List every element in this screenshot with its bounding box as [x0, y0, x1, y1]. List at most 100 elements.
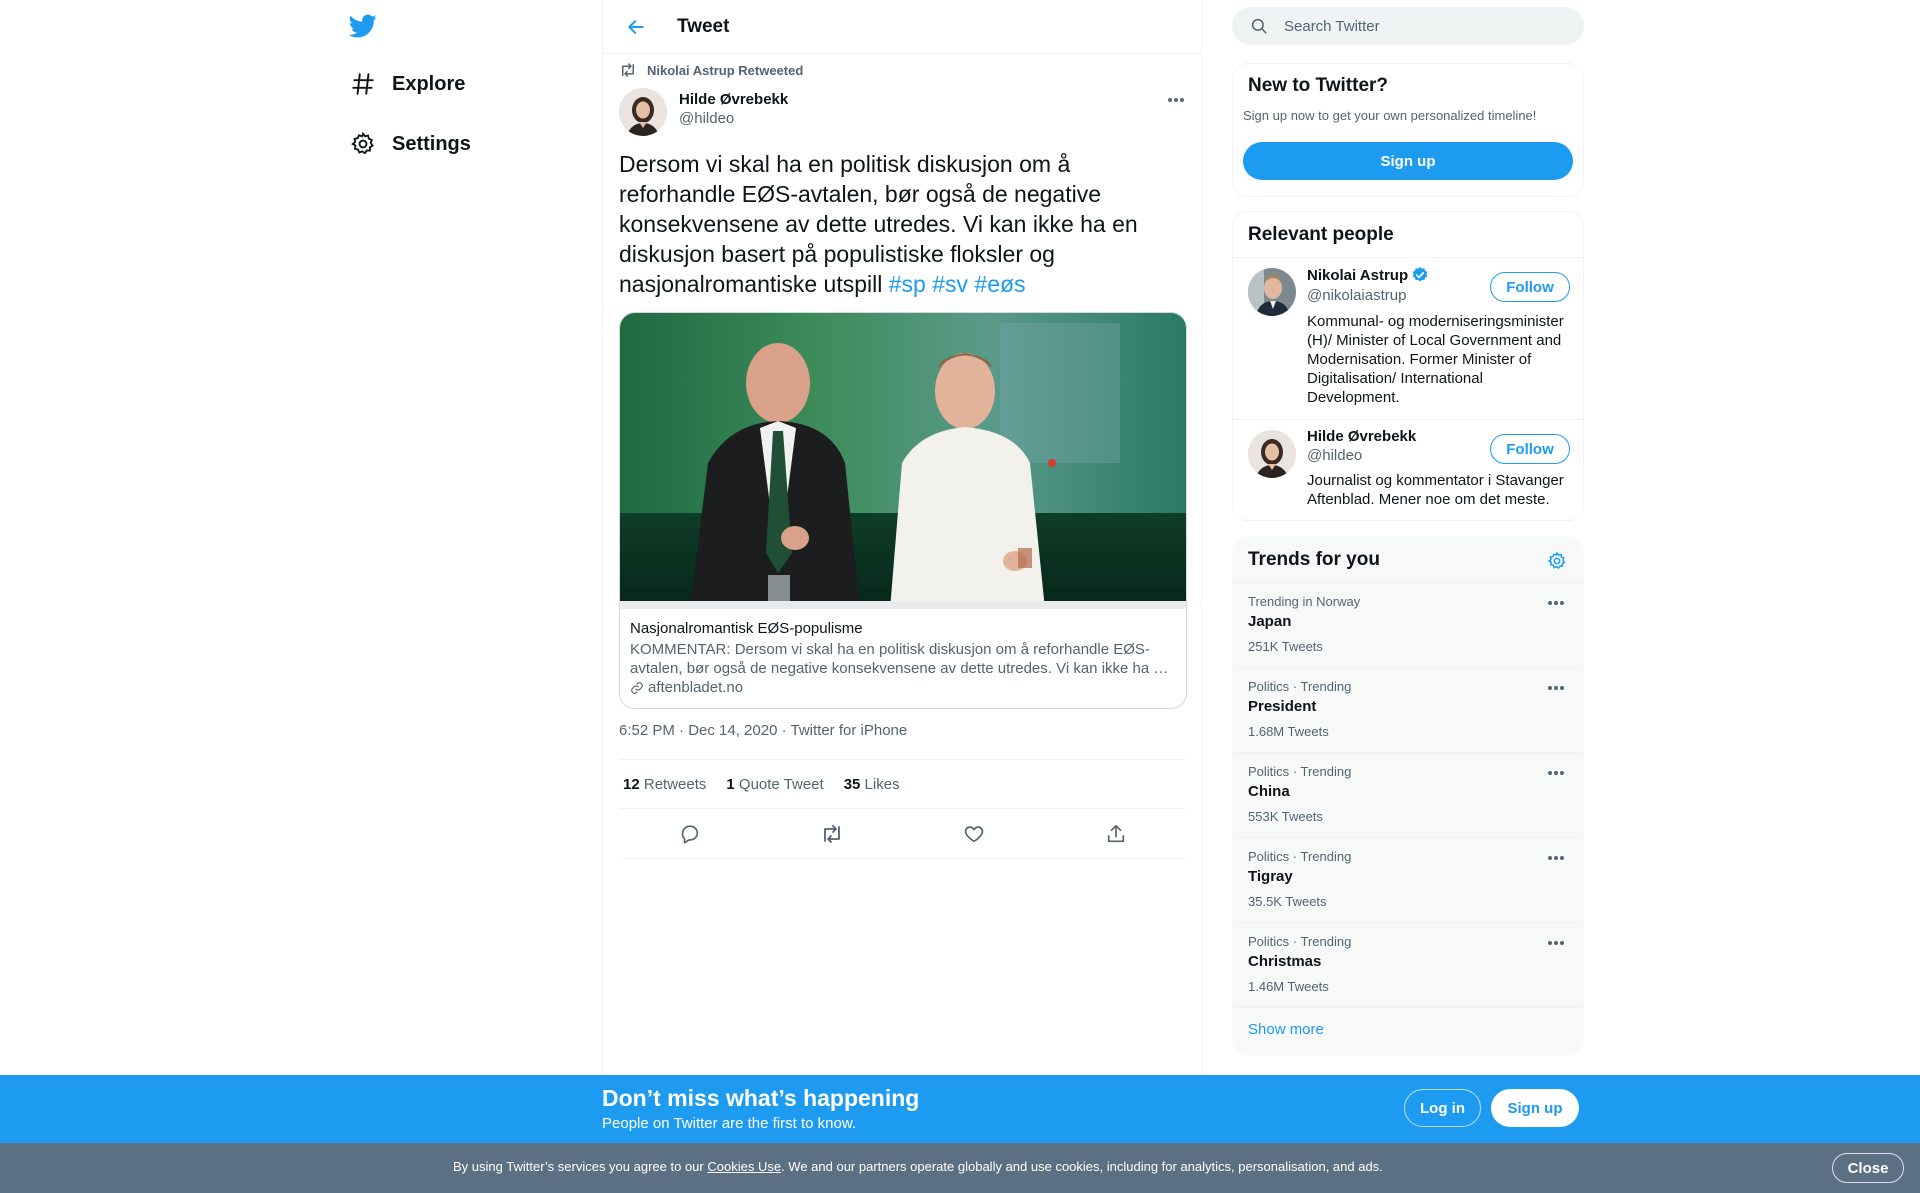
hashtag-link[interactable]: #eøs — [974, 271, 1025, 297]
person-avatar[interactable] — [1248, 430, 1296, 478]
tweet-timestamp[interactable]: 6:52 PM · Dec 14, 2020 — [619, 722, 777, 739]
new-to-twitter-panel: New to Twitter? Sign up now to get your … — [1232, 63, 1584, 197]
cookies-use-link[interactable]: Cookies Use — [707, 1159, 781, 1174]
quote-tweets-label: Quote Tweet — [738, 775, 824, 793]
card-title: Nasjonalromantisk EØS-populisme — [630, 620, 863, 637]
card-body: Nasjonalromantisk EØS-populisme KOMMENTA… — [620, 609, 1186, 698]
hashtag-link[interactable]: #sp — [889, 271, 926, 297]
reply-icon[interactable] — [677, 821, 703, 847]
search-input[interactable] — [1284, 17, 1564, 35]
author-avatar[interactable] — [619, 88, 667, 136]
tweet-column: Tweet Nikolai Astrup Retweeted Hilde Øvr… — [602, 0, 1202, 1075]
nav-explore-label: Explore — [392, 72, 466, 95]
tweet-text: Dersom vi skal ha en politisk diskusjon … — [619, 149, 1187, 299]
arrow-left-icon — [628, 19, 644, 34]
banner-signup-button[interactable]: Sign up — [1491, 1089, 1579, 1127]
share-icon[interactable] — [1103, 821, 1129, 847]
author-handle[interactable]: @hildeo — [679, 110, 734, 127]
author-name[interactable]: Hilde Øvrebekk — [679, 91, 788, 108]
likes-stat[interactable]: 35 Likes — [844, 776, 900, 793]
twitter-logo-icon[interactable] — [348, 12, 382, 42]
person-card[interactable]: Hilde Øvrebekk @hildeo Follow Journalist… — [1233, 420, 1583, 520]
relevant-people-panel: Relevant people Nikolai Astrup @nikolaia… — [1232, 211, 1584, 521]
link-icon — [631, 682, 643, 694]
search-icon — [1251, 18, 1267, 34]
trends-settings-icon[interactable] — [1545, 549, 1569, 573]
retweet-icon[interactable] — [819, 821, 845, 847]
search-box[interactable] — [1232, 7, 1584, 45]
card-domain-text: aftenbladet.no — [648, 679, 744, 696]
retweet-icon — [622, 63, 634, 77]
header-bar: Tweet — [603, 0, 1201, 54]
person-handle[interactable]: @nikolaiastrup — [1307, 287, 1406, 304]
new-panel-title: New to Twitter? — [1248, 75, 1389, 96]
signup-banner: Don’t miss what’s happening People on Tw… — [0, 1075, 1920, 1143]
trends-panel: Trends for you Trending in Norway Japan … — [1232, 536, 1584, 1056]
banner-subtitle: People on Twitter are the first to know. — [602, 1115, 857, 1132]
login-button[interactable]: Log in — [1404, 1089, 1481, 1127]
follow-button[interactable]: Follow — [1490, 434, 1570, 464]
person-name[interactable]: Nikolai Astrup — [1307, 266, 1429, 284]
trend-count: 1.46M Tweets — [1248, 979, 1329, 994]
link-card[interactable]: Nasjonalromantisk EØS-populisme KOMMENTA… — [619, 312, 1187, 709]
nav-settings[interactable]: Settings — [348, 124, 471, 164]
trend-count: 251K Tweets — [1248, 639, 1323, 654]
follow-button[interactable]: Follow — [1490, 272, 1570, 302]
person-card[interactable]: Nikolai Astrup @nikolaiastrup Follow Kom… — [1233, 258, 1583, 420]
gear-icon — [348, 129, 378, 159]
trend-name: Japan — [1248, 613, 1292, 630]
trend-more-icon[interactable] — [1545, 595, 1567, 611]
back-button[interactable] — [619, 10, 653, 44]
cookie-close-button[interactable]: Close — [1832, 1153, 1904, 1183]
trend-more-icon[interactable] — [1545, 680, 1567, 696]
person-name[interactable]: Hilde Øvrebekk — [1307, 428, 1416, 445]
nav-explore[interactable]: Explore — [348, 64, 465, 104]
trend-item[interactable]: Trending in Norway Japan 251K Tweets — [1233, 582, 1583, 667]
trend-more-icon[interactable] — [1545, 850, 1567, 866]
tweet-source[interactable]: Twitter for iPhone — [791, 722, 908, 739]
show-more-link[interactable]: Show more — [1248, 1021, 1324, 1038]
trend-count: 1.68M Tweets — [1248, 724, 1329, 739]
hashtag-link[interactable]: #sv — [932, 271, 968, 297]
person-name-text: Nikolai Astrup — [1307, 266, 1409, 284]
retweets-label: Retweets — [643, 775, 707, 793]
trend-item[interactable]: Politics · Trending Christmas 1.46M Twee… — [1233, 922, 1583, 1007]
tweet-more-icon[interactable] — [1165, 92, 1187, 108]
card-domain: aftenbladet.no — [630, 678, 1176, 698]
trend-divider — [1233, 1007, 1583, 1008]
trend-name: Tigray — [1248, 868, 1293, 885]
person-avatar[interactable] — [1248, 268, 1296, 316]
trend-context: Trending in Norway — [1248, 594, 1361, 609]
tweet-body: Dersom vi skal ha en politisk diskusjon … — [619, 151, 1138, 297]
retweets-stat[interactable]: 12 Retweets — [623, 776, 706, 793]
like-icon[interactable] — [961, 821, 987, 847]
banner-title: Don’t miss what’s happening — [602, 1085, 920, 1111]
trend-context: Politics · Trending — [1248, 849, 1352, 864]
tweet-meta: 6:52 PM · Dec 14, 2020 · Twitter for iPh… — [619, 722, 907, 739]
likes-label: Likes — [864, 775, 900, 793]
trend-item[interactable]: Politics · Trending President 1.68M Twee… — [1233, 667, 1583, 752]
trend-more-icon[interactable] — [1545, 765, 1567, 781]
person-bio: Journalist og kommentator i Stavanger Af… — [1307, 472, 1564, 508]
trend-count: 553K Tweets — [1248, 809, 1323, 824]
person-bio: Kommunal- og moderniseringsminister (H)/… — [1307, 313, 1564, 406]
person-handle[interactable]: @hildeo — [1307, 447, 1362, 464]
tweet-stats: 12 Retweets 1 Quote Tweet 35 Likes — [619, 759, 1187, 809]
signup-button[interactable]: Sign up — [1243, 142, 1573, 180]
verified-badge-icon — [1412, 267, 1428, 282]
likes-count: 35 — [843, 775, 861, 793]
quote-tweets-count: 1 — [726, 775, 735, 793]
trend-more-icon[interactable] — [1545, 935, 1567, 951]
hashtag-icon — [348, 69, 378, 99]
cookie-suffix: . We and our partners operate globally a… — [781, 1159, 1383, 1174]
nav-settings-label: Settings — [392, 132, 471, 155]
trend-name: Christmas — [1248, 953, 1322, 970]
cookie-prefix: By using Twitter’s services you agree to… — [453, 1159, 708, 1174]
page-title: Tweet — [677, 15, 730, 37]
trend-item[interactable]: Politics · Trending China 553K Tweets — [1233, 752, 1583, 837]
trends-title: Trends for you — [1248, 549, 1380, 570]
new-panel-subtitle: Sign up now to get your own personalized… — [1243, 108, 1537, 123]
quote-tweets-stat[interactable]: 1 Quote Tweet — [726, 776, 823, 793]
retweeted-by-label[interactable]: Nikolai Astrup Retweeted — [647, 63, 803, 78]
trend-item[interactable]: Politics · Trending Tigray 35.5K Tweets — [1233, 837, 1583, 922]
